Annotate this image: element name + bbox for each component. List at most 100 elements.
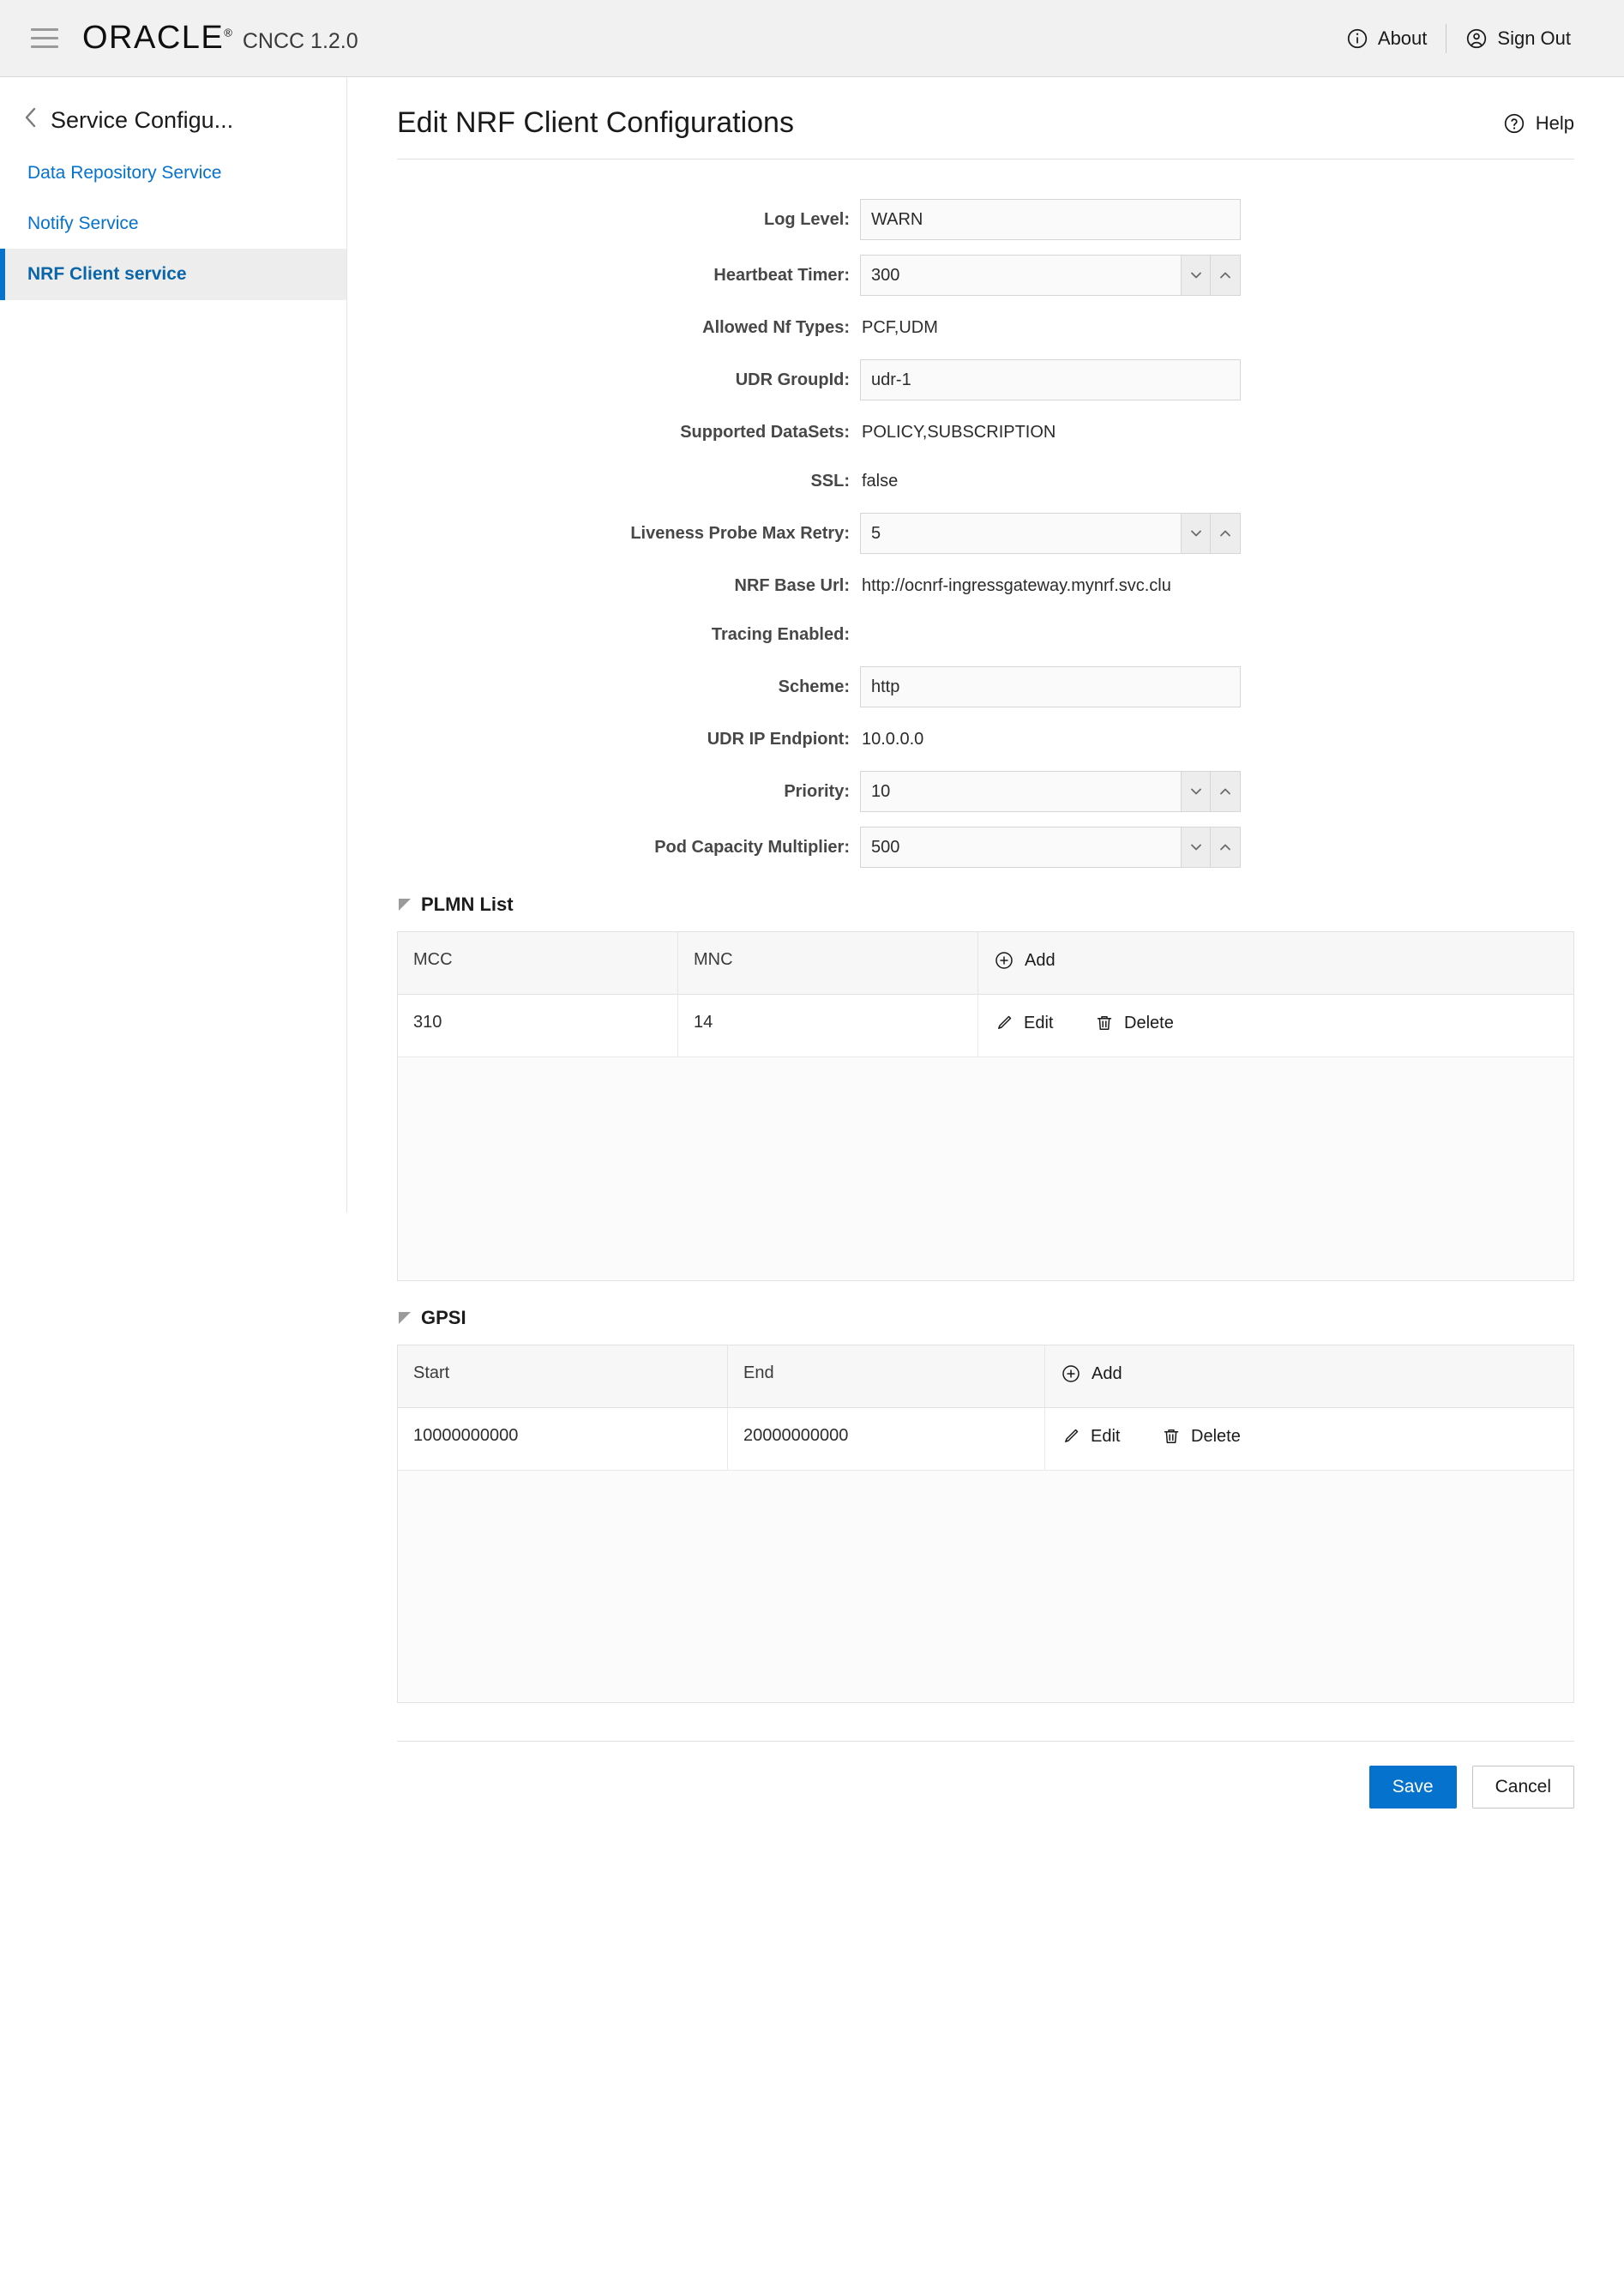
brand[interactable]: ORACLE® CNCC 1.2.0 [82,20,358,57]
pod-capacity-multiplier-input[interactable] [860,827,1181,868]
main-content: Edit NRF Client Configurations Help Log … [347,77,1624,1831]
sidebar: Service Configu... Data Repository Servi… [0,77,347,1213]
field-label-allowed-nf-types: Allowed Nf Types: [702,318,850,337]
sidebar-item-label: NRF Client service [27,264,187,285]
chevron-down-icon[interactable] [1181,513,1211,554]
field-row-supported-datasets: Supported DataSets: POLICY,SUBSCRIPTION [397,415,1574,449]
udr-ip-endpiont-value: 10.0.0.0 [862,729,924,749]
gpsi-table: Start End Add 10000000000 20000000000 Ed… [397,1345,1574,1703]
triangle-collapse-icon[interactable] [399,1312,411,1324]
question-circle-icon [1503,112,1525,135]
gpsi-delete-label: Delete [1191,1426,1241,1446]
heartbeat-timer-stepper [860,255,1241,296]
field-row-liveness-probe-max-retry: Liveness Probe Max Retry: [397,513,1574,554]
plmn-list-section-header[interactable]: PLMN List [397,887,1574,931]
plmn-table-header: MCC MNC Add [398,932,1573,995]
chevron-up-icon[interactable] [1211,771,1241,812]
supported-datasets-value: POLICY,SUBSCRIPTION [862,422,1056,442]
about-label: About [1377,27,1428,49]
plmn-cell-mnc: 14 [678,995,978,1056]
gpsi-title: GPSI [421,1307,466,1328]
help-button[interactable]: Help [1503,112,1574,135]
field-label-log-level: Log Level: [763,210,850,229]
app-header: ORACLE® CNCC 1.2.0 About Sign Out [0,0,1624,77]
plus-circle-icon [1061,1363,1081,1384]
field-row-scheme: Scheme: [397,666,1574,707]
plmn-table-empty-area [398,1057,1573,1280]
field-label-tracing-enabled: Tracing Enabled: [711,625,850,644]
page-body: Service Configu... Data Repository Servi… [0,77,1624,2286]
triangle-collapse-icon[interactable] [399,899,411,911]
field-label-udr-ip-endpiont: UDR IP Endpiont: [707,730,850,749]
chevron-down-icon[interactable] [1181,255,1211,296]
table-row[interactable]: 310 14 Edit Delete [398,995,1573,1057]
chevron-up-icon[interactable] [1211,513,1241,554]
plmn-add-button[interactable]: Add [994,950,1056,971]
sidebar-item-label: Data Repository Service [27,163,222,183]
gpsi-edit-button[interactable]: Edit [1061,1426,1120,1447]
field-row-udr-ip-endpiont: UDR IP Endpiont: 10.0.0.0 [397,722,1574,756]
hamburger-icon[interactable] [26,20,63,57]
chevron-left-icon [22,105,39,135]
field-row-heartbeat-timer: Heartbeat Timer: [397,255,1574,296]
chevron-down-icon[interactable] [1181,827,1211,868]
priority-input[interactable] [860,771,1181,812]
field-label-pod-capacity-multiplier: Pod Capacity Multiplier: [654,838,850,857]
sidebar-item-data-repository-service[interactable]: Data Repository Service [0,147,346,198]
ssl-value: false [862,471,899,491]
gpsi-column-start: Start [398,1345,728,1407]
sign-out-button[interactable]: Sign Out [1447,27,1590,50]
table-row[interactable]: 10000000000 20000000000 Edit Delete [398,1408,1573,1471]
gpsi-cell-start: 10000000000 [398,1408,728,1470]
field-label-nrf-base-url: NRF Base Url: [734,576,850,595]
oracle-logo: ORACLE® [82,20,232,57]
pencil-icon [1061,1426,1081,1447]
sign-out-label: Sign Out [1497,27,1571,49]
gpsi-table-header: Start End Add [398,1345,1573,1408]
gpsi-table-empty-area [398,1471,1573,1702]
plmn-list-section: PLMN List MCC MNC Add 310 14 Edit Delete [397,887,1574,1281]
plmn-add-label: Add [1025,950,1056,970]
cancel-button[interactable]: Cancel [1471,1766,1574,1809]
field-row-ssl: SSL: false [397,464,1574,498]
gpsi-cell-actions: Edit Delete [1045,1408,1573,1470]
field-row-log-level: Log Level: [397,199,1574,240]
chevron-up-icon[interactable] [1211,827,1241,868]
sidebar-back-button[interactable]: Service Configu... [0,93,346,147]
field-label-priority: Priority: [784,782,850,801]
chevron-up-icon[interactable] [1211,255,1241,296]
gpsi-section: GPSI Start End Add 10000000000 200000000… [397,1300,1574,1703]
heartbeat-timer-input[interactable] [860,255,1181,296]
field-row-allowed-nf-types: Allowed Nf Types: PCF,UDM [397,310,1574,345]
sidebar-item-notify-service[interactable]: Notify Service [0,198,346,249]
plmn-column-mnc: MNC [678,932,978,994]
log-level-input[interactable] [860,199,1241,240]
sidebar-item-nrf-client-service[interactable]: NRF Client service [0,249,346,300]
allowed-nf-types-value: PCF,UDM [862,317,938,337]
page-footnote [397,1809,1574,1831]
page-title: Edit NRF Client Configurations [397,106,794,139]
liveness-probe-max-retry-input[interactable] [860,513,1181,554]
plmn-table: MCC MNC Add 310 14 Edit Delete [397,931,1574,1281]
about-button[interactable]: About [1327,27,1447,50]
hamburger-bar [31,28,58,31]
save-button[interactable]: Save [1368,1766,1457,1809]
gpsi-delete-button[interactable]: Delete [1161,1426,1241,1447]
registered-mark: ® [224,26,232,39]
gpsi-add-button[interactable]: Add [1061,1363,1122,1384]
plmn-edit-button[interactable]: Edit [994,1013,1053,1033]
field-label-heartbeat-timer: Heartbeat Timer: [713,266,850,285]
scheme-input[interactable] [860,666,1241,707]
priority-stepper [860,771,1241,812]
plmn-column-mcc: MCC [398,932,678,994]
app-version-label: CNCC 1.2.0 [242,29,358,53]
user-circle-icon [1465,27,1488,50]
header-actions: About Sign Out [1327,23,1590,53]
gpsi-section-header[interactable]: GPSI [397,1300,1574,1345]
hamburger-bar [31,45,58,48]
trash-icon [1094,1013,1115,1033]
udr-groupid-input[interactable] [860,359,1241,400]
nrf-base-url-value: http://ocnrf-ingressgateway.mynrf.svc.cl… [862,575,1171,595]
chevron-down-icon[interactable] [1181,771,1211,812]
plmn-delete-button[interactable]: Delete [1094,1013,1174,1033]
